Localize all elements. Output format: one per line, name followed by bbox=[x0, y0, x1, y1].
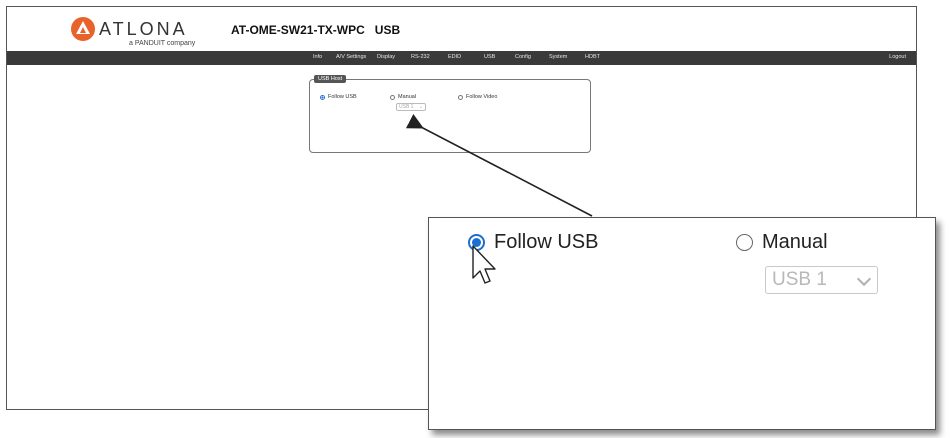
chevron-down-icon bbox=[856, 271, 872, 287]
zoom-usb-port-select-value: USB 1 bbox=[772, 269, 827, 290]
zoom-manual-option[interactable]: Manual bbox=[736, 231, 828, 254]
zoom-manual-radio[interactable] bbox=[736, 234, 753, 251]
zoom-follow-usb-label: Follow USB bbox=[494, 231, 599, 253]
mouse-cursor-icon bbox=[472, 245, 496, 284]
zoom-usb-port-select[interactable]: USB 1 bbox=[765, 266, 878, 294]
zoom-callout: Follow USB Manual USB 1 bbox=[428, 217, 936, 430]
callout-line bbox=[405, 113, 593, 217]
zoom-manual-label: Manual bbox=[762, 231, 828, 253]
